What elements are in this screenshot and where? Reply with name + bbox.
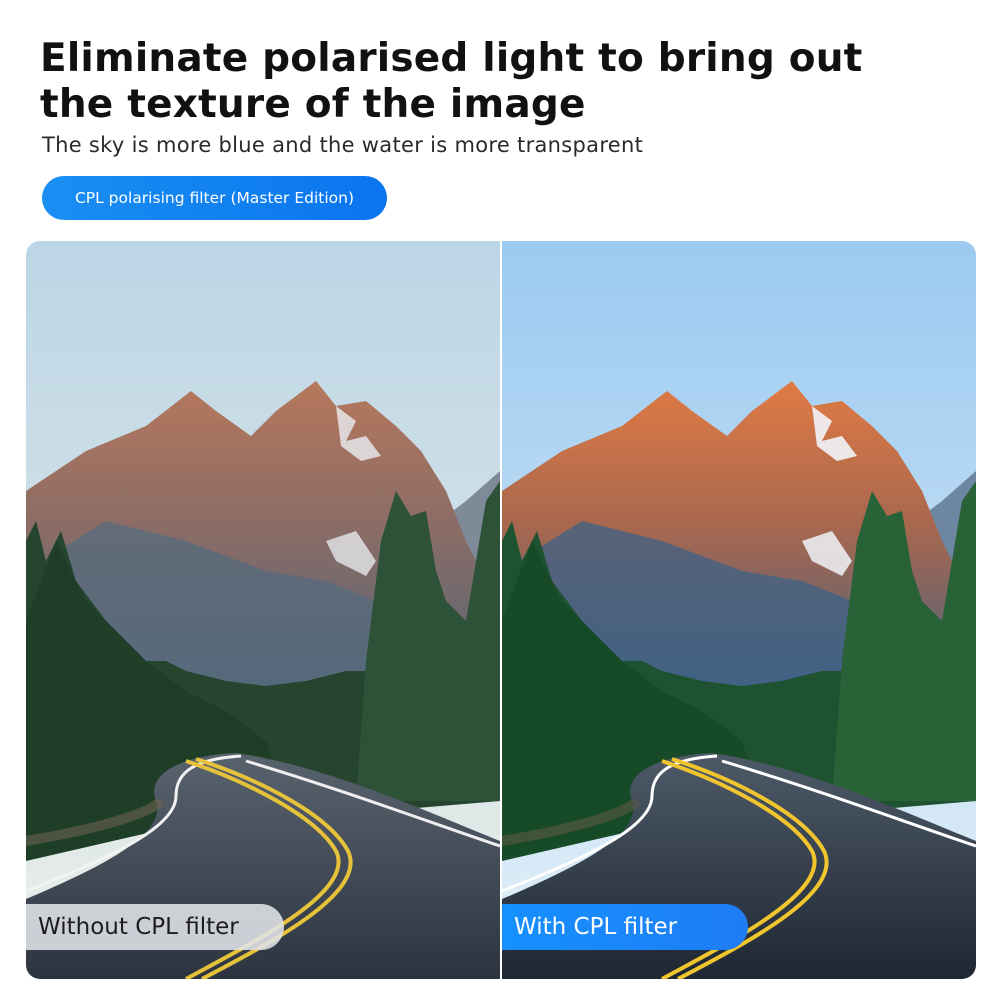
page-title: Eliminate polarised light to bring out t… [40, 36, 863, 127]
comparison-panel: Without CPL filter With CPL filter [26, 241, 976, 979]
photo-without-filter [26, 241, 500, 979]
product-badge: CPL polarising filter (Master Edition) [42, 176, 387, 220]
with-filter-label: With CPL filter [502, 904, 748, 950]
landscape-image-without-filter [26, 241, 500, 979]
landscape-image-with-filter [502, 241, 976, 979]
page-subtitle: The sky is more blue and the water is mo… [42, 133, 644, 157]
without-filter-label: Without CPL filter [26, 904, 284, 950]
photo-with-filter [502, 241, 976, 979]
